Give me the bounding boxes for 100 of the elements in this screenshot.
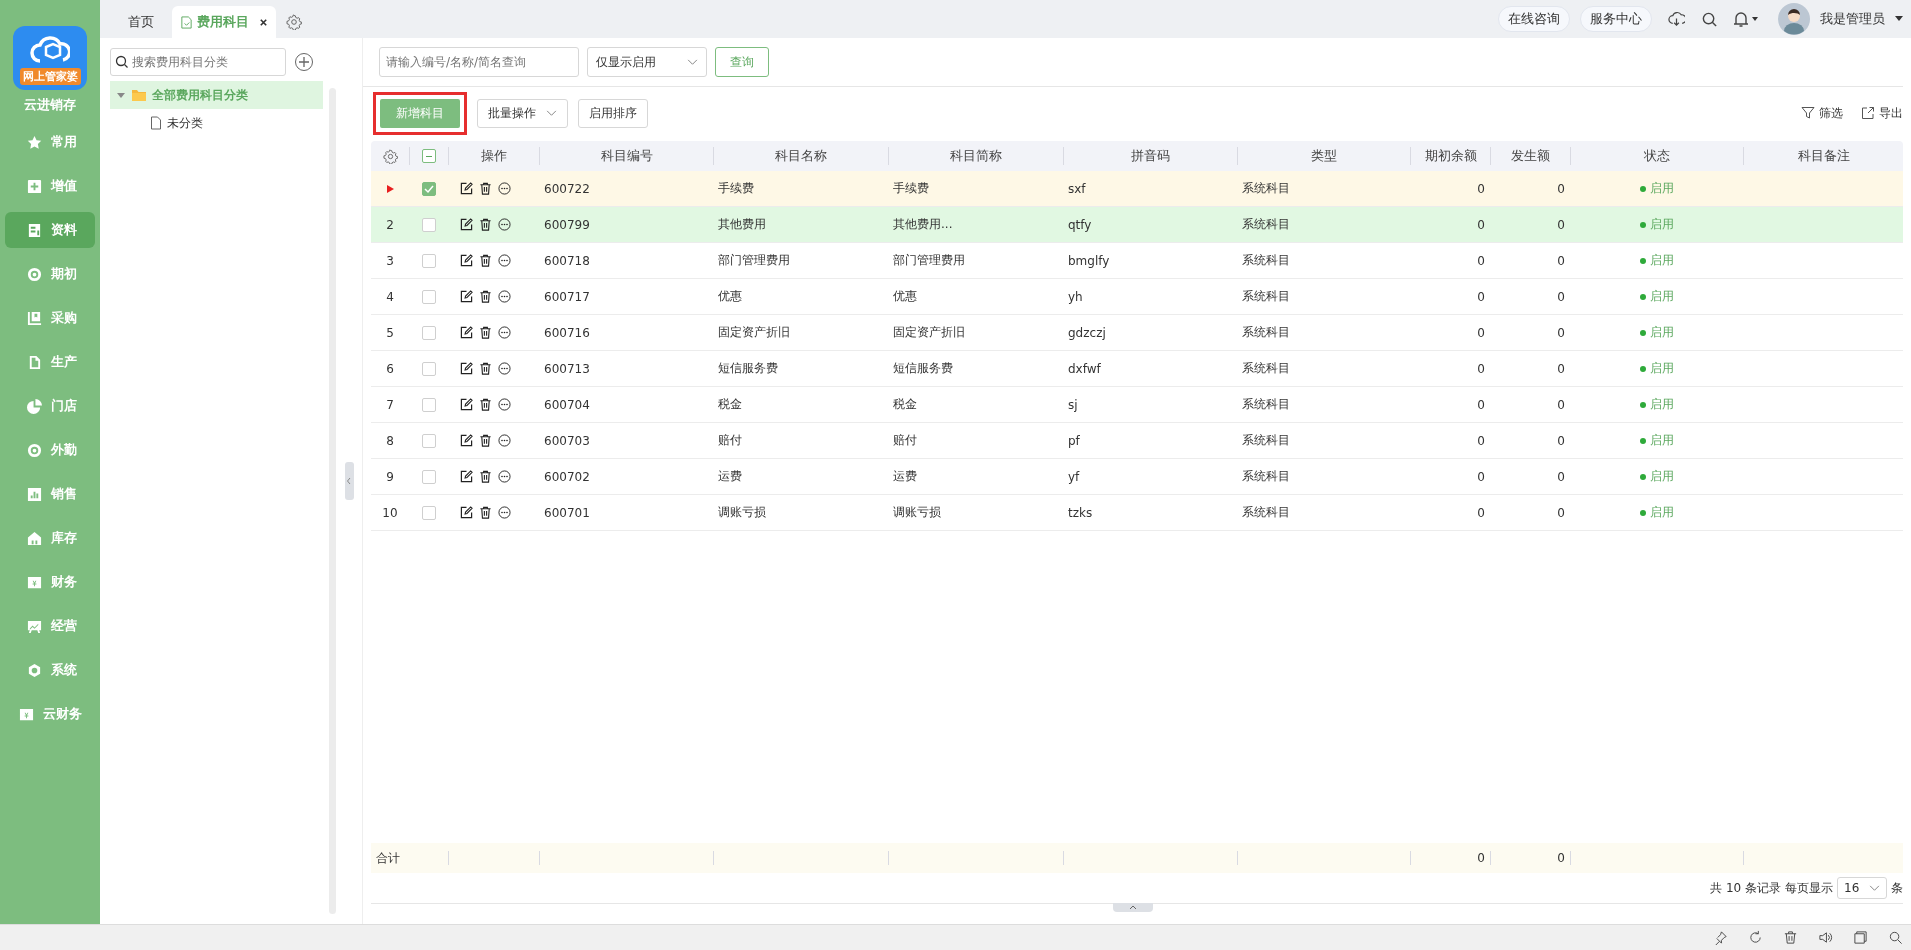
cloud-download-icon[interactable] — [1668, 10, 1685, 28]
bell-icon[interactable] — [1732, 10, 1760, 28]
collapse-handle[interactable] — [344, 462, 354, 500]
checkbox[interactable] — [421, 289, 436, 304]
settings-icon[interactable] — [382, 148, 398, 164]
trash-icon[interactable] — [479, 398, 492, 411]
checkbox[interactable] — [421, 361, 436, 376]
trash-icon[interactable] — [479, 362, 492, 375]
batch-dropdown[interactable]: 批量操作 — [477, 98, 568, 128]
header-button[interactable]: 服务中心 — [1580, 6, 1652, 32]
user-name[interactable]: 我是管理员 — [1820, 10, 1885, 28]
expand-handle[interactable] — [1113, 903, 1153, 912]
table-row[interactable]: 4 600717 优惠 优惠 yh 系统科目 0 0 启用 — [371, 279, 1903, 315]
trash-icon[interactable] — [479, 326, 492, 339]
avatar[interactable] — [1778, 3, 1810, 35]
pin-icon[interactable] — [1713, 930, 1728, 945]
more-icon[interactable] — [498, 182, 511, 195]
row-number: 3 — [386, 253, 394, 268]
trash-icon[interactable] — [479, 506, 492, 519]
trash-icon[interactable] — [479, 290, 492, 303]
select-all-checkbox[interactable] — [422, 149, 436, 163]
tab[interactable]: 首页 — [110, 6, 172, 38]
more-icon[interactable] — [498, 434, 511, 447]
more-icon[interactable] — [498, 254, 511, 267]
table-cell: 优惠 — [893, 288, 917, 305]
status-dropdown[interactable]: 仅显示启用 — [587, 47, 707, 77]
table-row[interactable]: 7 600704 税金 税金 sj 系统科目 0 0 启用 — [371, 387, 1903, 423]
trash-icon[interactable] — [479, 470, 492, 483]
table-cell: 0 — [1557, 217, 1565, 232]
speaker-icon[interactable] — [1818, 930, 1833, 945]
checkbox[interactable] — [421, 253, 436, 268]
edit-icon[interactable] — [460, 362, 473, 375]
table-row[interactable]: 5 600716 固定资产折旧 固定资产折旧 gdzczj 系统科目 0 0 启用 — [371, 315, 1903, 351]
table-row[interactable]: 10 600701 调账亏损 调账亏损 tzks 系统科目 0 0 启用 — [371, 495, 1903, 531]
add-icon[interactable] — [294, 52, 314, 72]
more-icon[interactable] — [498, 290, 511, 303]
more-icon[interactable] — [498, 362, 511, 375]
chevron-down-icon — [1869, 884, 1880, 892]
edit-icon[interactable] — [460, 434, 473, 447]
edit-icon[interactable] — [460, 470, 473, 483]
page-size-dropdown[interactable]: 16 — [1837, 877, 1887, 899]
edit-icon[interactable] — [460, 182, 473, 195]
expand-arrow-icon[interactable] — [116, 90, 126, 100]
trash-icon[interactable] — [479, 182, 492, 195]
edit-icon[interactable] — [460, 254, 473, 267]
table-row[interactable]: 8 600703 赔付 赔付 pf 系统科目 0 0 启用 — [371, 423, 1903, 459]
search-icon[interactable] — [1888, 930, 1903, 945]
settings-icon[interactable] — [286, 14, 302, 30]
table-cell: 600701 — [544, 505, 590, 520]
edit-icon[interactable] — [460, 218, 473, 231]
table-cell: 其他费用 — [718, 216, 766, 233]
edit-icon[interactable] — [460, 326, 473, 339]
more-icon[interactable] — [498, 218, 511, 231]
table-cell: 系统科目 — [1242, 360, 1290, 377]
checkbox[interactable] — [421, 217, 436, 232]
bar-chart-icon — [27, 486, 42, 502]
logo-badge: 网上管家婆 — [19, 68, 81, 85]
more-icon[interactable] — [498, 506, 511, 519]
caret-icon[interactable] — [1895, 16, 1903, 22]
table-cell: 600713 — [544, 361, 590, 376]
column-header: 操作 — [481, 147, 507, 165]
search-field[interactable]: 搜索费用科目分类 — [110, 48, 286, 76]
edit-icon[interactable] — [460, 290, 473, 303]
trash-icon[interactable] — [1783, 930, 1798, 945]
export-button[interactable]: 导出 — [1861, 104, 1903, 122]
table-row[interactable]: 3 600718 部门管理费用 部门管理费用 bmglfy 系统科目 0 0 启用 — [371, 243, 1903, 279]
checkbox[interactable] — [421, 433, 436, 448]
tree-item[interactable]: 未分类 — [110, 109, 323, 137]
table-cell: 优惠 — [718, 288, 742, 305]
more-icon[interactable] — [498, 326, 511, 339]
sort-button[interactable]: 启用排序 — [578, 98, 648, 128]
search-icon[interactable] — [1701, 10, 1718, 28]
refresh-icon[interactable] — [1748, 930, 1763, 945]
table-row[interactable]: 600722 手续费 手续费 sxf 系统科目 0 0 启用 — [371, 171, 1903, 207]
checkbox[interactable] — [421, 469, 436, 484]
checkbox[interactable] — [421, 181, 436, 196]
edit-icon[interactable] — [460, 506, 473, 519]
more-icon[interactable] — [498, 470, 511, 483]
status-label: 启用 — [1639, 504, 1674, 521]
hexagon-icon — [27, 662, 42, 678]
table-row[interactable]: 9 600702 运费 运费 yf 系统科目 0 0 启用 — [371, 459, 1903, 495]
checkbox[interactable] — [421, 505, 436, 520]
checkbox[interactable] — [421, 397, 436, 412]
table-row[interactable]: 6 600713 短信服务费 短信服务费 dxfwf 系统科目 0 0 启用 — [371, 351, 1903, 387]
checkbox[interactable] — [421, 325, 436, 340]
folder-icon — [131, 88, 147, 102]
trash-icon[interactable] — [479, 218, 492, 231]
filter-button[interactable]: 筛选 — [1801, 104, 1843, 122]
window-icon[interactable] — [1853, 930, 1868, 945]
chevron-down-icon — [546, 109, 557, 117]
trash-icon[interactable] — [479, 254, 492, 267]
more-icon[interactable] — [498, 398, 511, 411]
edit-icon[interactable] — [460, 398, 473, 411]
header-button[interactable]: 在线咨询 — [1498, 6, 1570, 32]
trash-icon[interactable] — [479, 434, 492, 447]
search-field[interactable]: 请输入编号/名称/简名查询 — [379, 47, 579, 77]
table-row[interactable]: 2 600799 其他费用 其他费用... qtfy 系统科目 0 0 启用 — [371, 207, 1903, 243]
table-cell: 手续费 — [893, 180, 929, 197]
table-cell: qtfy — [1068, 217, 1092, 232]
close-icon[interactable] — [259, 17, 268, 27]
